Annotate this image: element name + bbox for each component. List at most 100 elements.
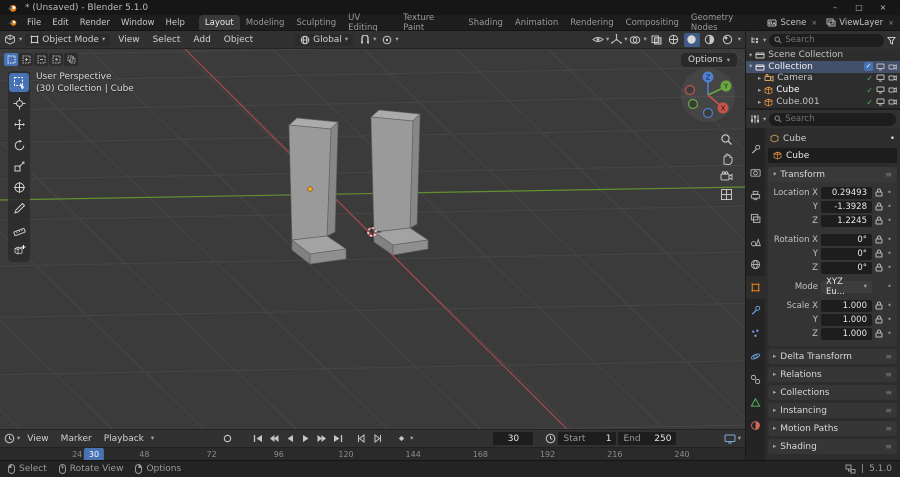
outliner-editor-icon[interactable] bbox=[750, 35, 760, 45]
filter-icon[interactable] bbox=[887, 36, 896, 45]
panel-shading[interactable]: ▸ Shading ≡ bbox=[768, 439, 897, 454]
auto-key-button[interactable] bbox=[220, 432, 235, 446]
playback-sync-icon[interactable] bbox=[724, 434, 736, 444]
current-frame-field[interactable]: 30 bbox=[493, 432, 534, 445]
timeline-menu-marker[interactable]: Marker bbox=[56, 433, 97, 445]
material-tab-icon[interactable] bbox=[746, 414, 765, 437]
scene-selector[interactable]: Scene bbox=[780, 18, 806, 28]
add-cube-tool[interactable] bbox=[9, 241, 29, 260]
gizmo-z-label[interactable]: Z bbox=[706, 74, 711, 82]
jump-to-start-button[interactable] bbox=[250, 432, 265, 446]
output-tab-icon[interactable] bbox=[746, 184, 765, 207]
workspace-tab-uv-editing[interactable]: UV Editing bbox=[342, 13, 397, 33]
keying-chevron-icon[interactable]: ▾ bbox=[410, 435, 413, 442]
gizmos-toggle-icon[interactable] bbox=[611, 34, 623, 45]
timeline-editor-icon[interactable] bbox=[4, 433, 15, 444]
outliner-item-label[interactable]: Cube.001 bbox=[776, 97, 819, 107]
mode-dropdown[interactable]: Object Mode ▾ bbox=[25, 33, 111, 46]
expand-icon[interactable]: ▾ bbox=[749, 63, 752, 70]
jump-to-end-button[interactable] bbox=[330, 432, 345, 446]
mesh-object-right[interactable] bbox=[370, 109, 429, 256]
shading-wireframe-button[interactable] bbox=[666, 33, 682, 47]
viewport-menu-object[interactable]: Object bbox=[219, 34, 258, 46]
visibility-chevron-icon[interactable]: ▾ bbox=[606, 36, 609, 43]
select-subtract-mode-button[interactable] bbox=[34, 53, 48, 66]
panel-grip-icon[interactable]: ≡ bbox=[885, 442, 892, 451]
cursor-tool[interactable] bbox=[9, 94, 29, 113]
ruler-tick[interactable]: 192 bbox=[540, 450, 555, 459]
timeline-menu-view[interactable]: View bbox=[22, 433, 53, 445]
outliner-row-cube[interactable]: ▸ Cube ✓ bbox=[746, 84, 900, 96]
animate-dot-icon[interactable]: • bbox=[886, 202, 893, 211]
menu-file[interactable]: File bbox=[22, 16, 46, 30]
annotate-tool[interactable] bbox=[9, 199, 29, 218]
step-back-button[interactable] bbox=[354, 432, 369, 446]
timeline-editor-chevron-icon[interactable]: ▾ bbox=[17, 435, 20, 442]
properties-search-input[interactable] bbox=[785, 114, 891, 124]
frame-end-field[interactable]: End 250 bbox=[618, 432, 677, 445]
animate-dot-icon[interactable]: • bbox=[886, 216, 893, 225]
expand-icon[interactable]: ▸ bbox=[758, 75, 761, 82]
menu-help[interactable]: Help bbox=[160, 16, 189, 30]
outliner-row-cube-001[interactable]: ▸ Cube.001 ✓ bbox=[746, 96, 900, 108]
pin-id-icon[interactable]: • bbox=[890, 134, 895, 144]
outliner-search-input[interactable] bbox=[785, 35, 879, 45]
scale-z-field[interactable]: 1.000 bbox=[821, 327, 872, 340]
panel-grip-icon[interactable]: ≡ bbox=[885, 352, 892, 361]
world-tab-icon[interactable] bbox=[746, 253, 765, 276]
modifiers-tab-icon[interactable] bbox=[746, 299, 765, 322]
physics-tab-icon[interactable] bbox=[746, 345, 765, 368]
rotation-z-field[interactable]: 0° bbox=[821, 261, 872, 274]
select-intersect-mode-button[interactable] bbox=[64, 53, 78, 66]
hide-viewport-icon[interactable] bbox=[876, 98, 885, 106]
measure-tool[interactable] bbox=[9, 220, 29, 239]
viewlayer-selector[interactable]: ViewLayer bbox=[839, 18, 883, 28]
workspace-tab-sculpting[interactable]: Sculpting bbox=[290, 15, 342, 30]
hide-viewport-icon[interactable] bbox=[876, 63, 885, 71]
particles-tab-icon[interactable] bbox=[746, 322, 765, 345]
transform-panel-header[interactable]: ▾ Transform ≡ bbox=[768, 167, 897, 182]
rotation-mode-dropdown[interactable]: XYZ Eu... ▾ bbox=[821, 277, 872, 297]
workspace-tab-animation[interactable]: Animation bbox=[509, 15, 564, 30]
playback-sync-chevron-icon[interactable]: ▾ bbox=[738, 435, 741, 442]
select-extend-mode-button[interactable] bbox=[19, 53, 33, 66]
gizmo-x-label[interactable]: X bbox=[721, 105, 726, 113]
location-y-field[interactable]: -1.3928 bbox=[821, 200, 872, 213]
properties-search[interactable] bbox=[769, 112, 896, 126]
step-forward-button[interactable] bbox=[370, 432, 385, 446]
ruler-tick[interactable]: 72 bbox=[207, 450, 217, 459]
3d-viewport[interactable]: User Perspective (30) Collection | Cube … bbox=[0, 49, 745, 429]
panel-relations[interactable]: ▸ Relations ≡ bbox=[768, 367, 897, 382]
expand-icon[interactable]: ▸ bbox=[758, 99, 761, 106]
gizmos-chevron-icon[interactable]: ▾ bbox=[624, 36, 627, 43]
outliner-item-label[interactable]: Camera bbox=[777, 73, 812, 83]
animate-dot-icon[interactable]: • bbox=[886, 329, 893, 338]
menu-render[interactable]: Render bbox=[75, 16, 115, 30]
next-keyframe-button[interactable] bbox=[314, 432, 329, 446]
workspace-tab-rendering[interactable]: Rendering bbox=[564, 15, 619, 30]
navigation-gizmo[interactable]: Z Y X bbox=[677, 63, 739, 128]
blender-logo-icon[interactable] bbox=[6, 3, 18, 13]
play-button[interactable] bbox=[298, 432, 313, 446]
animate-dot-icon[interactable]: • bbox=[886, 263, 893, 272]
xray-toggle-icon[interactable] bbox=[651, 35, 662, 45]
animate-dot-icon[interactable]: • bbox=[886, 315, 893, 324]
render-tab-icon[interactable] bbox=[746, 161, 765, 184]
ruler-tick[interactable]: 240 bbox=[674, 450, 689, 459]
panel-grip-icon[interactable]: ≡ bbox=[885, 388, 892, 397]
camera-view-icon[interactable] bbox=[720, 171, 733, 182]
close-button[interactable]: × bbox=[872, 3, 894, 12]
overlays-chevron-icon[interactable]: ▾ bbox=[643, 36, 646, 43]
scene-tab-icon[interactable] bbox=[746, 230, 765, 253]
editor-type-chevron-icon[interactable]: ▾ bbox=[19, 36, 22, 43]
panel-collections[interactable]: ▸ Collections ≡ bbox=[768, 385, 897, 400]
breadcrumb-object-name[interactable]: Cube bbox=[783, 134, 806, 144]
rotation-y-field[interactable]: 0° bbox=[821, 247, 872, 260]
ruler-tick[interactable]: 216 bbox=[607, 450, 622, 459]
workspace-tab-shading[interactable]: Shading bbox=[462, 15, 509, 30]
outliner-item-label[interactable]: Cube bbox=[776, 85, 799, 95]
minimize-button[interactable]: – bbox=[824, 3, 846, 12]
workspace-tab-layout[interactable]: Layout bbox=[198, 15, 240, 30]
outliner-row-camera[interactable]: ▸ Camera ✓ bbox=[746, 73, 900, 85]
panel-grip-icon[interactable]: ≡ bbox=[885, 370, 892, 379]
